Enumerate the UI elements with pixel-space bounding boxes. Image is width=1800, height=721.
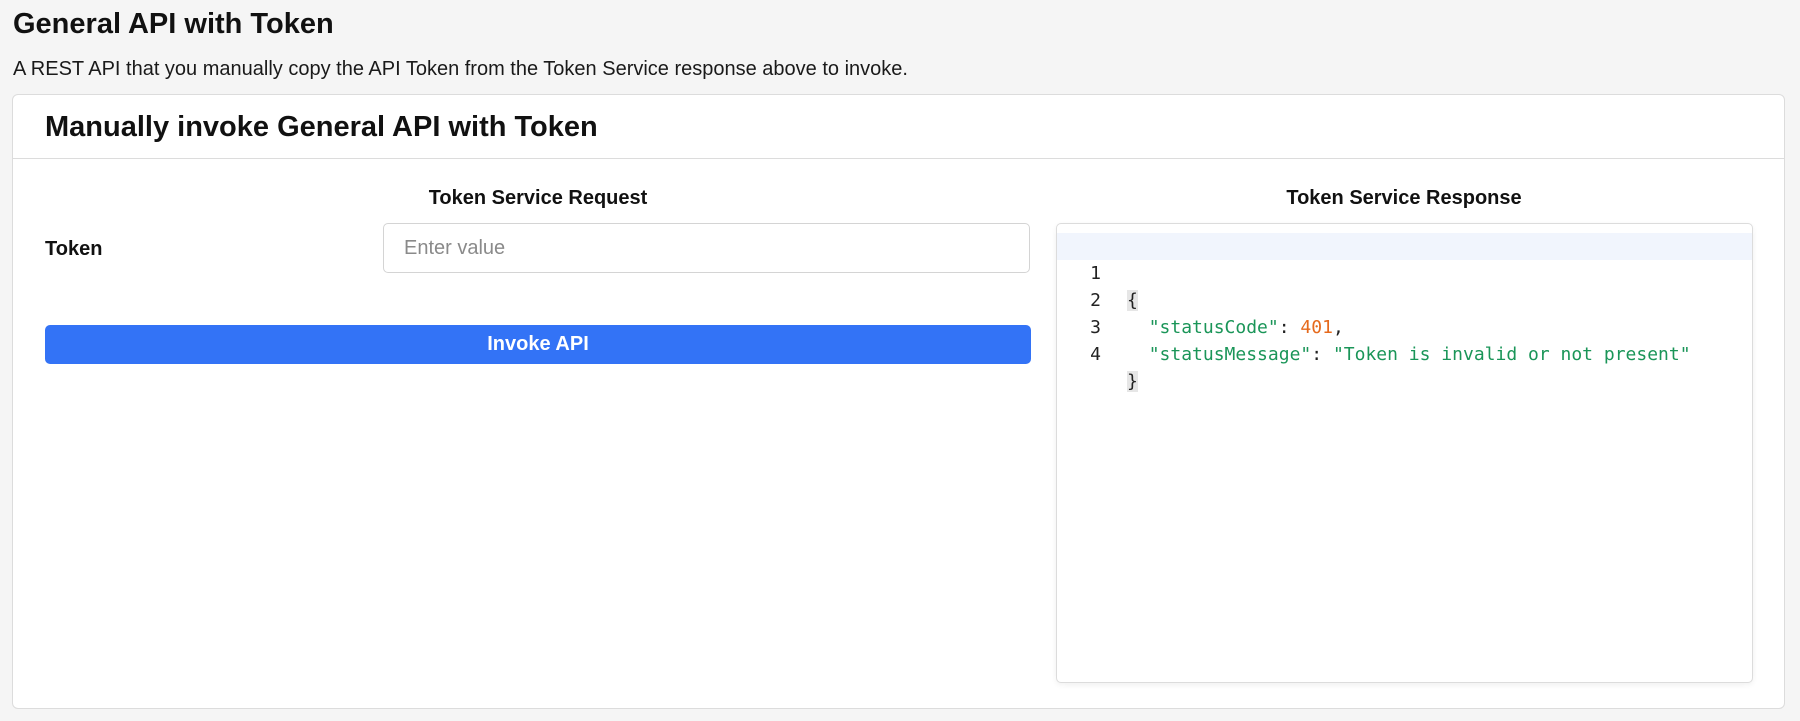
- code-line: 4 }: [1057, 314, 1752, 392]
- code-line: 3 "statusMessage": "Token is invalid or …: [1057, 287, 1752, 365]
- page-title: General API with Token: [13, 8, 334, 40]
- token-label: Token: [45, 238, 103, 260]
- card-header: Manually invoke General API with Token: [13, 95, 1784, 159]
- close-brace: }: [1127, 371, 1138, 392]
- invoke-api-button[interactable]: Invoke API: [45, 325, 1031, 364]
- code-line: 1 {: [1057, 233, 1752, 311]
- card-title: Manually invoke General API with Token: [45, 111, 598, 143]
- page-description: A REST API that you manually copy the AP…: [13, 58, 908, 80]
- code-line: 2 "statusCode": 401,: [1057, 260, 1752, 338]
- token-input[interactable]: [383, 223, 1030, 273]
- response-code-editor[interactable]: 1 { 2 "statusCode": 401, 3 "statusMessag…: [1056, 223, 1753, 683]
- invoke-card: Manually invoke General API with Token T…: [12, 94, 1785, 709]
- json-separator: :: [1311, 344, 1333, 365]
- json-string-value: "Token is invalid or not present": [1332, 344, 1691, 365]
- json-key: "statusMessage": [1148, 344, 1312, 365]
- request-heading: Token Service Request: [428, 187, 648, 209]
- response-heading: Token Service Response: [1286, 187, 1522, 209]
- line-number: 4: [1090, 344, 1101, 365]
